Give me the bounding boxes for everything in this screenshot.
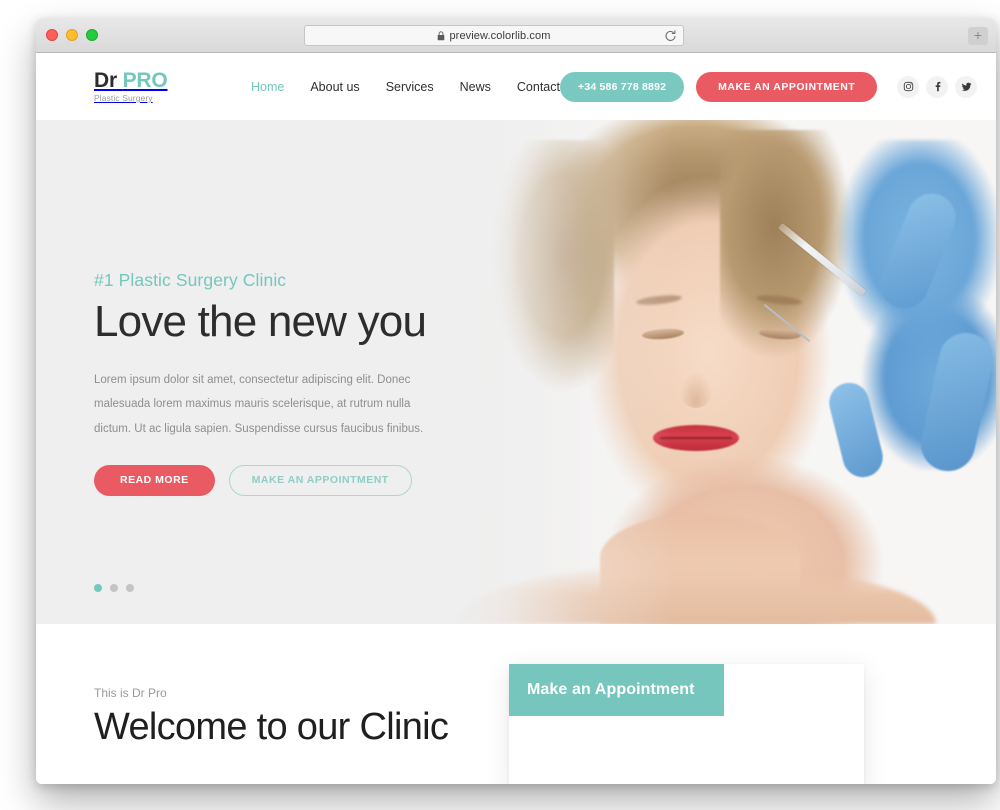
nav-item-contact[interactable]: Contact	[517, 80, 560, 94]
address-bar[interactable]: preview.colorlib.com	[304, 25, 684, 46]
hero-content: #1 Plastic Surgery Clinic Love the new y…	[94, 270, 494, 496]
nav-item-services[interactable]: Services	[386, 80, 434, 94]
slider-pagination	[94, 584, 134, 592]
header-appointment-button[interactable]: MAKE AN APPOINTMENT	[696, 71, 878, 102]
read-more-button[interactable]: READ MORE	[94, 464, 215, 496]
nav-item-about-us[interactable]: About us	[310, 80, 359, 94]
appointment-card-header: Make an Appointment	[509, 664, 724, 716]
browser-titlebar: preview.colorlib.com +	[36, 18, 996, 53]
minimize-window-button[interactable]	[66, 29, 78, 41]
slider-dot-3[interactable]	[126, 584, 134, 592]
logo-wordmark: Dr PRO	[94, 68, 206, 92]
url-text-group: preview.colorlib.com	[437, 30, 550, 42]
hero-buttons: READ MORE MAKE AN APPOINTMENT	[94, 464, 494, 496]
close-window-button[interactable]	[46, 29, 58, 41]
logo-tagline: Plastic Surgery	[94, 93, 153, 104]
nav-item-home[interactable]: Home	[251, 80, 284, 94]
phone-button[interactable]: +34 586 778 8892	[559, 71, 685, 102]
browser-window: preview.colorlib.com + Dr PRO Plastic Su…	[36, 18, 996, 784]
site-logo[interactable]: Dr PRO Plastic Surgery	[94, 68, 206, 104]
welcome-section: This is Dr Pro Welcome to our Clinic Mak…	[36, 624, 996, 784]
maximize-window-button[interactable]	[86, 29, 98, 41]
window-controls	[46, 29, 98, 41]
hero-title: Love the new you	[94, 297, 427, 346]
twitter-icon[interactable]	[955, 75, 978, 98]
hero-eyebrow: #1 Plastic Surgery Clinic	[94, 270, 287, 290]
nav-item-news[interactable]: News	[460, 80, 491, 94]
reload-icon[interactable]	[664, 29, 677, 42]
instagram-icon[interactable]	[897, 75, 920, 98]
slider-dot-1[interactable]	[94, 584, 102, 592]
site-header: Dr PRO Plastic Surgery Home About us Ser…	[36, 53, 996, 120]
url-label: preview.colorlib.com	[449, 29, 551, 42]
hero-section: #1 Plastic Surgery Clinic Love the new y…	[36, 120, 996, 624]
page-viewport: Dr PRO Plastic Surgery Home About us Ser…	[36, 53, 996, 784]
hero-description: Lorem ipsum dolor sit amet, consectetur …	[94, 374, 424, 435]
facebook-icon[interactable]	[926, 75, 949, 98]
main-navigation: Home About us Services News Contact	[251, 80, 560, 94]
header-actions: +34 586 778 8892 MAKE AN APPOINTMENT	[559, 71, 978, 102]
logo-accent-text: PRO	[122, 68, 168, 92]
hero-appointment-button[interactable]: MAKE AN APPOINTMENT	[228, 464, 412, 496]
new-tab-button[interactable]: +	[968, 27, 988, 45]
logo-primary-text: Dr	[94, 68, 117, 92]
appointment-card: Make an Appointment	[509, 664, 864, 784]
lock-icon	[437, 31, 445, 41]
social-links	[897, 75, 978, 98]
slider-dot-2[interactable]	[110, 584, 118, 592]
